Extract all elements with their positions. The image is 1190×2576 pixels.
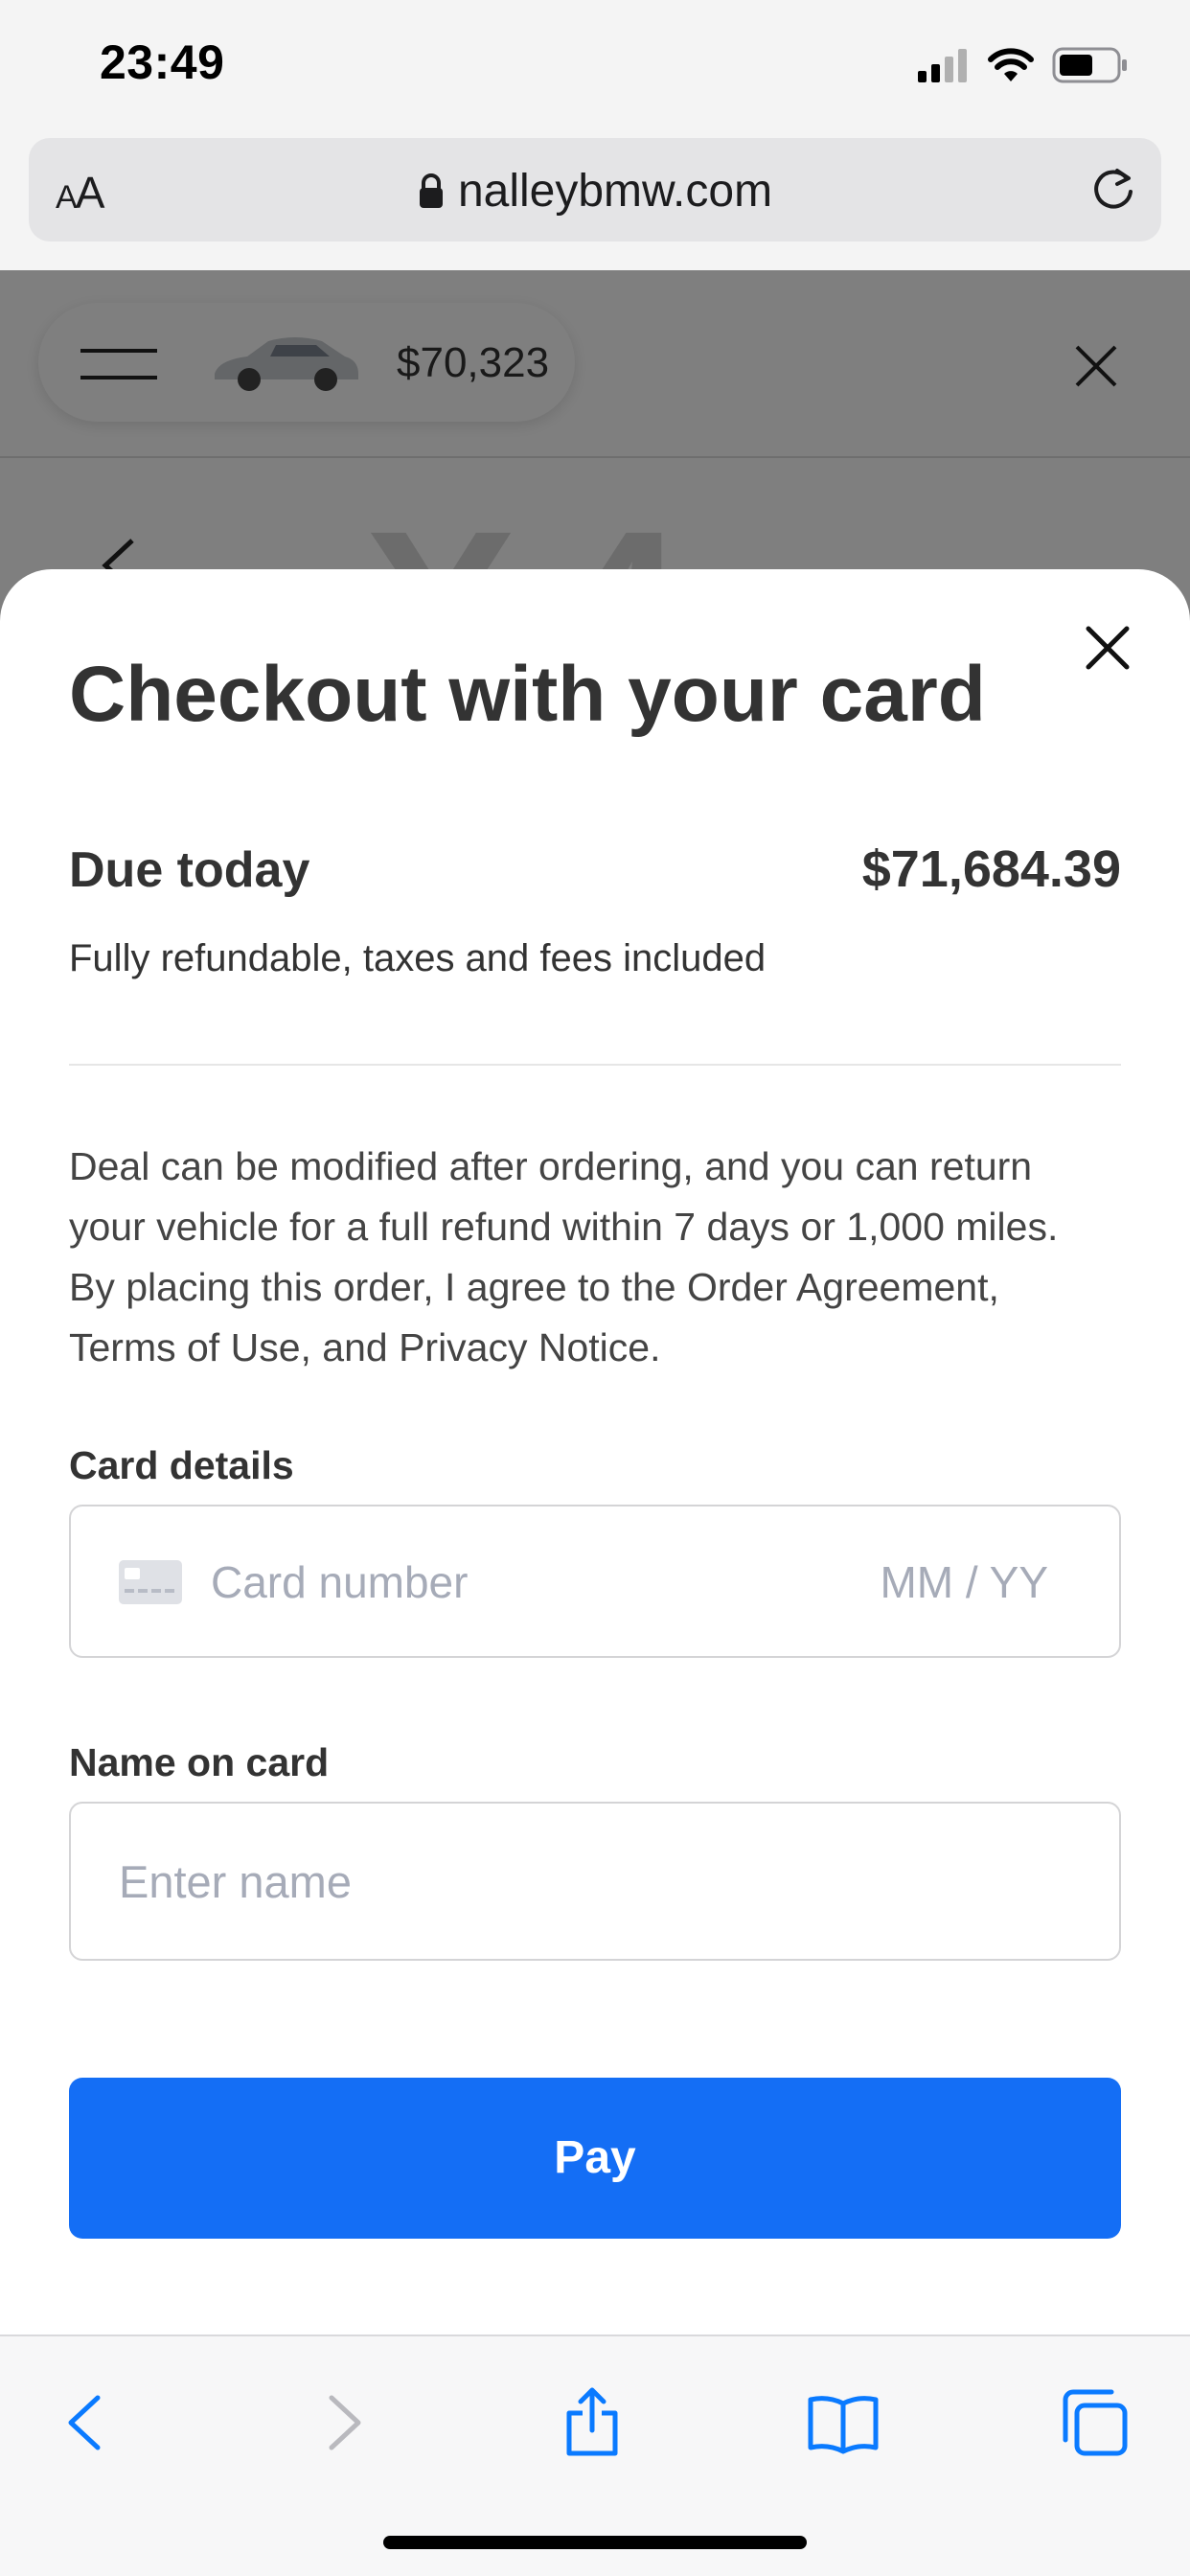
page-title: Checkout with your card [69,651,986,738]
card-details-label: Card details [69,1443,294,1487]
due-today-label: Due today [69,842,310,898]
due-today-amount: $71,684.39 [861,840,1121,898]
close-icon[interactable] [1081,621,1134,675]
home-indicator[interactable] [383,2536,807,2549]
pay-button[interactable]: Pay [69,2078,1121,2239]
forward-arrow-icon[interactable] [303,2384,379,2461]
url-text: nalleybmw.com [457,166,773,217]
reload-icon[interactable] [1088,165,1138,215]
bookmarks-icon[interactable] [805,2384,881,2461]
due-today-note: Fully refundable, taxes and fees include… [69,937,767,979]
card-expiry-input[interactable]: MM / YY [880,1556,1048,1608]
card-number-input[interactable]: Card number [211,1556,468,1608]
wifi-icon [988,48,1034,81]
card-details-field[interactable]: Card number MM / YY [69,1505,1121,1658]
checkout-sheet: Checkout with your card Due today $71,68… [0,569,1190,2334]
name-on-card-label: Name on card [69,1740,330,1784]
share-icon[interactable] [554,2384,630,2461]
battery-icon [1052,47,1127,83]
order-disclaimer: Deal can be modified after ordering, and… [69,1144,1059,1369]
cellular-signal-icon [918,49,967,82]
status-bar: 23:49 [0,0,1190,134]
credit-card-icon [119,1560,182,1604]
status-time: 23:49 [100,35,225,89]
lock-icon [419,173,443,208]
browser-chrome: AA nalleybmw.com [0,134,1190,270]
status-icons [918,44,1129,86]
back-arrow-icon[interactable] [50,2384,126,2461]
tabs-icon[interactable] [1056,2384,1133,2461]
url-display[interactable]: nalleybmw.com [29,165,1161,218]
divider [69,1064,1121,1066]
address-bar[interactable]: AA nalleybmw.com [29,138,1161,242]
name-on-card-input[interactable] [69,1802,1121,1961]
